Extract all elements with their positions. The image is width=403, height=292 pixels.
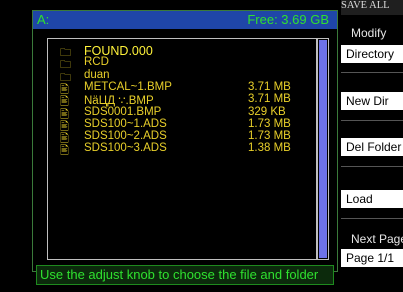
menu-divider [341, 218, 403, 219]
del-folder-button[interactable]: Del Folder [341, 138, 403, 156]
file-row[interactable]: 🖹 SDS0001.BMP 329 KB [60, 105, 310, 121]
status-hint: Use the adjust knob to choose the file a… [36, 265, 334, 285]
file-size: 1.73 MB [248, 130, 291, 143]
menu-divider [341, 72, 403, 73]
file-size: 1.38 MB [248, 142, 291, 155]
file-size: 3.71 MB [248, 80, 291, 93]
file-row[interactable]: 🗀 FOUND.000 [60, 44, 310, 59]
file-icon: 🖹 [60, 145, 69, 158]
file-row[interactable]: 🖹 METCAL~1.BMP 3.71 MB [60, 80, 310, 96]
menu-divider [341, 120, 403, 121]
modify-directory-button[interactable]: Directory [341, 45, 403, 63]
file-size: 1.73 MB [248, 117, 291, 130]
drive-label: A: [37, 12, 50, 27]
file-row[interactable]: 🖹 SDS100~3.ADS 1.38 MB [60, 142, 310, 157]
file-name: METCAL~1.BMP [84, 80, 172, 93]
page-button[interactable]: Page 1/1 [341, 249, 403, 267]
file-name: SDS100~1.ADS [84, 117, 167, 130]
softkey-menu: SAVE ALL Modify Directory New Dir Del Fo… [339, 0, 403, 292]
menu-header: SAVE ALL [341, 0, 403, 15]
free-space-label: Free: 3.69 GB [247, 12, 329, 27]
file-size: 3.71 MB [248, 93, 291, 106]
file-name: duan [84, 68, 110, 81]
file-name: SDS100~2.ADS [84, 130, 167, 143]
file-size: 329 KB [248, 105, 286, 118]
file-row[interactable]: 🗀 duan [60, 68, 310, 84]
new-dir-button[interactable]: New Dir [341, 92, 403, 110]
scrollbar[interactable] [317, 38, 329, 260]
menu-divider [341, 166, 403, 167]
load-button[interactable]: Load [341, 190, 403, 208]
title-bar: A: Free: 3.69 GB [33, 11, 337, 29]
file-row[interactable]: 🖹 SDS100~2.ADS 1.73 MB [60, 130, 310, 145]
file-row[interactable]: 🖹 SDS100~1.ADS 1.73 MB [60, 117, 310, 133]
file-name: SDS100~3.ADS [84, 142, 167, 155]
file-row[interactable]: 🗀 RCD [60, 56, 310, 71]
file-row[interactable]: 🖹 NäЦД ∵.BMP 3.71 MB [60, 93, 310, 108]
file-name: SDS0001.BMP [84, 105, 162, 118]
modify-label: Modify [351, 26, 387, 40]
file-name: RCD [84, 56, 109, 69]
scrollbar-thumb[interactable] [319, 40, 327, 258]
next-page-label: Next Page [351, 232, 403, 246]
